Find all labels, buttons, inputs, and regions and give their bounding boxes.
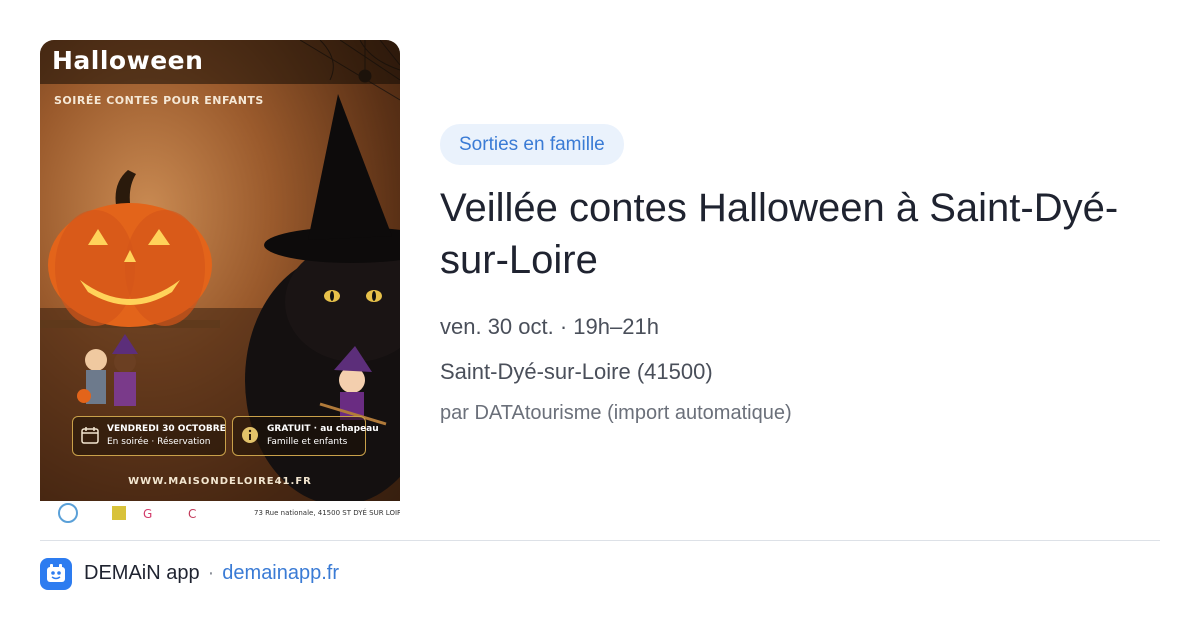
poster-date-line1: VENDREDI 30 OCTOBRE [107, 424, 226, 434]
info-icon [242, 427, 258, 443]
footer-app-name: DEMAiN app [84, 562, 200, 584]
svg-text:C: C [188, 507, 196, 521]
category-tag[interactable]: Sorties en famille [440, 124, 624, 165]
poster-title: Halloween [52, 46, 204, 75]
poster-date-box: VENDREDI 30 OCTOBRE En soirée · Réservat… [72, 416, 226, 456]
event-source: par DATAtourisme (import automatique) [440, 402, 792, 424]
event-title: Veillée contes Halloween à Saint-Dyé-sur… [440, 186, 1119, 282]
event-poster-image[interactable]: Halloween SOIRÉE CONTES POUR ENFANTS VEN… [40, 40, 400, 525]
poster-address: 73 Rue nationale, 41500 ST DYÉ SUR LOIRE [254, 509, 400, 517]
pumpkin-icon [48, 170, 212, 327]
footer-domain-link[interactable]: demainapp.fr [222, 562, 339, 584]
poster-free-line2: Famille et enfants [267, 437, 348, 447]
poster-sponsor-strip: G C 73 Rue nationale, 41500 ST DYÉ SUR L… [40, 501, 400, 525]
footer-separator: · [207, 562, 215, 584]
poster-url: WWW.MAISONDELOIRE41.FR [128, 476, 312, 487]
calendar-icon [81, 427, 99, 444]
event-datetime: ven. 30 oct. · 19h–21h [440, 314, 659, 339]
poster-free-line1: GRATUIT · au chapeau [267, 424, 379, 434]
poster-subtitle: SOIRÉE CONTES POUR ENFANTS [54, 94, 264, 107]
footer-divider [40, 540, 1160, 541]
event-location: Saint-Dyé-sur-Loire (41500) [440, 359, 713, 384]
svg-text:G: G [143, 507, 152, 521]
demain-app-icon [40, 558, 72, 590]
footer-brand: DEMAiN app · demainapp.fr [84, 562, 339, 585]
poster-free-box: GRATUIT · au chapeau Famille et enfants [232, 416, 379, 456]
sponsor-logos-icon: G C [58, 503, 196, 523]
poster-date-line2: En soirée · Réservation [107, 437, 211, 447]
